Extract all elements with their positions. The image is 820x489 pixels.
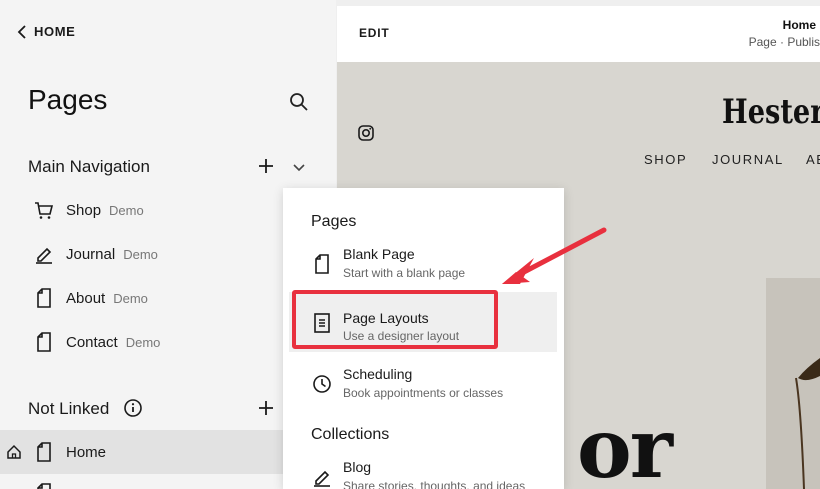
menu-section-pages: Pages	[311, 213, 357, 230]
hero-heading: or	[577, 401, 673, 489]
menu-item-description: Book appointments or classes	[343, 386, 504, 400]
sidebar-item-label: Contact Demo	[66, 333, 161, 351]
demo-tag: Demo	[125, 334, 161, 350]
menu-item-title: Blank Page	[343, 246, 415, 262]
demo-tag: Demo	[113, 290, 148, 306]
edit-button[interactable]: EDIT	[359, 26, 390, 40]
dried-flower-image	[795, 358, 820, 489]
info-icon[interactable]	[123, 398, 143, 418]
search-icon[interactable]	[288, 91, 310, 113]
not-linked-heading: Not Linked	[28, 399, 110, 418]
demo-tag: Demo	[109, 202, 144, 218]
menu-item-title: Page Layouts	[343, 310, 429, 326]
clock-icon	[313, 375, 331, 393]
back-label: HOME	[34, 24, 76, 39]
homepage-icon	[7, 444, 21, 459]
menu-item-title: Scheduling	[343, 366, 413, 382]
add-page-menu: Pages Blank Page Start with a blank page…	[283, 188, 564, 489]
page-icon	[37, 442, 51, 462]
page-icon	[37, 332, 51, 352]
site-title: Hester S	[722, 92, 820, 132]
menu-item-description: Use a designer layout	[343, 329, 460, 343]
page-icon	[37, 483, 51, 489]
site-nav-about[interactable]: AE	[806, 152, 820, 167]
panel-title: Pages	[28, 84, 108, 115]
site-nav-journal[interactable]: JOURNAL	[712, 152, 784, 167]
menu-section-collections: Collections	[311, 426, 390, 443]
menu-item-scheduling[interactable]: Scheduling Book appointments or classes	[289, 360, 557, 420]
menu-item-description: Start with a blank page	[343, 266, 466, 280]
menu-item-page-layouts[interactable]: Page Layouts Use a designer layout	[289, 292, 557, 352]
sidebar-item-label: Shop Demo	[66, 201, 144, 219]
menu-item-title: Blog	[343, 459, 372, 475]
page-icon	[315, 254, 329, 274]
blog-icon	[36, 247, 52, 264]
preview-toolbar: EDIT Home Page · Publis	[337, 6, 820, 62]
current-page-name: Home	[782, 18, 816, 32]
chevron-down-icon[interactable]	[291, 159, 307, 175]
cart-icon	[35, 202, 54, 219]
hero-image	[766, 278, 820, 489]
demo-tag: Demo	[123, 246, 158, 262]
main-navigation-heading: Main Navigation	[28, 157, 150, 176]
sidebar-item-label: About Demo	[66, 289, 148, 307]
add-page-icon[interactable]	[257, 157, 275, 175]
site-nav-shop[interactable]: SHOP	[644, 152, 687, 167]
blog-icon	[314, 470, 330, 487]
page-icon	[37, 288, 51, 308]
sidebar-item-label: Home	[66, 443, 107, 461]
layout-icon	[314, 313, 330, 333]
back-to-home-link[interactable]: HOME	[16, 24, 75, 39]
menu-item-blank-page[interactable]: Blank Page Start with a blank page	[289, 240, 557, 300]
menu-item-description: Share stories, thoughts, and ideas	[343, 479, 526, 489]
chevron-left-icon	[17, 24, 26, 39]
menu-item-blog[interactable]: Blog Share stories, thoughts, and ideas	[289, 453, 557, 489]
current-page-status: Page · Publis	[748, 35, 820, 49]
add-not-linked-page-icon[interactable]	[257, 399, 275, 417]
instagram-icon[interactable]	[357, 124, 375, 142]
sidebar-item-label: Journal Demo	[66, 245, 158, 263]
